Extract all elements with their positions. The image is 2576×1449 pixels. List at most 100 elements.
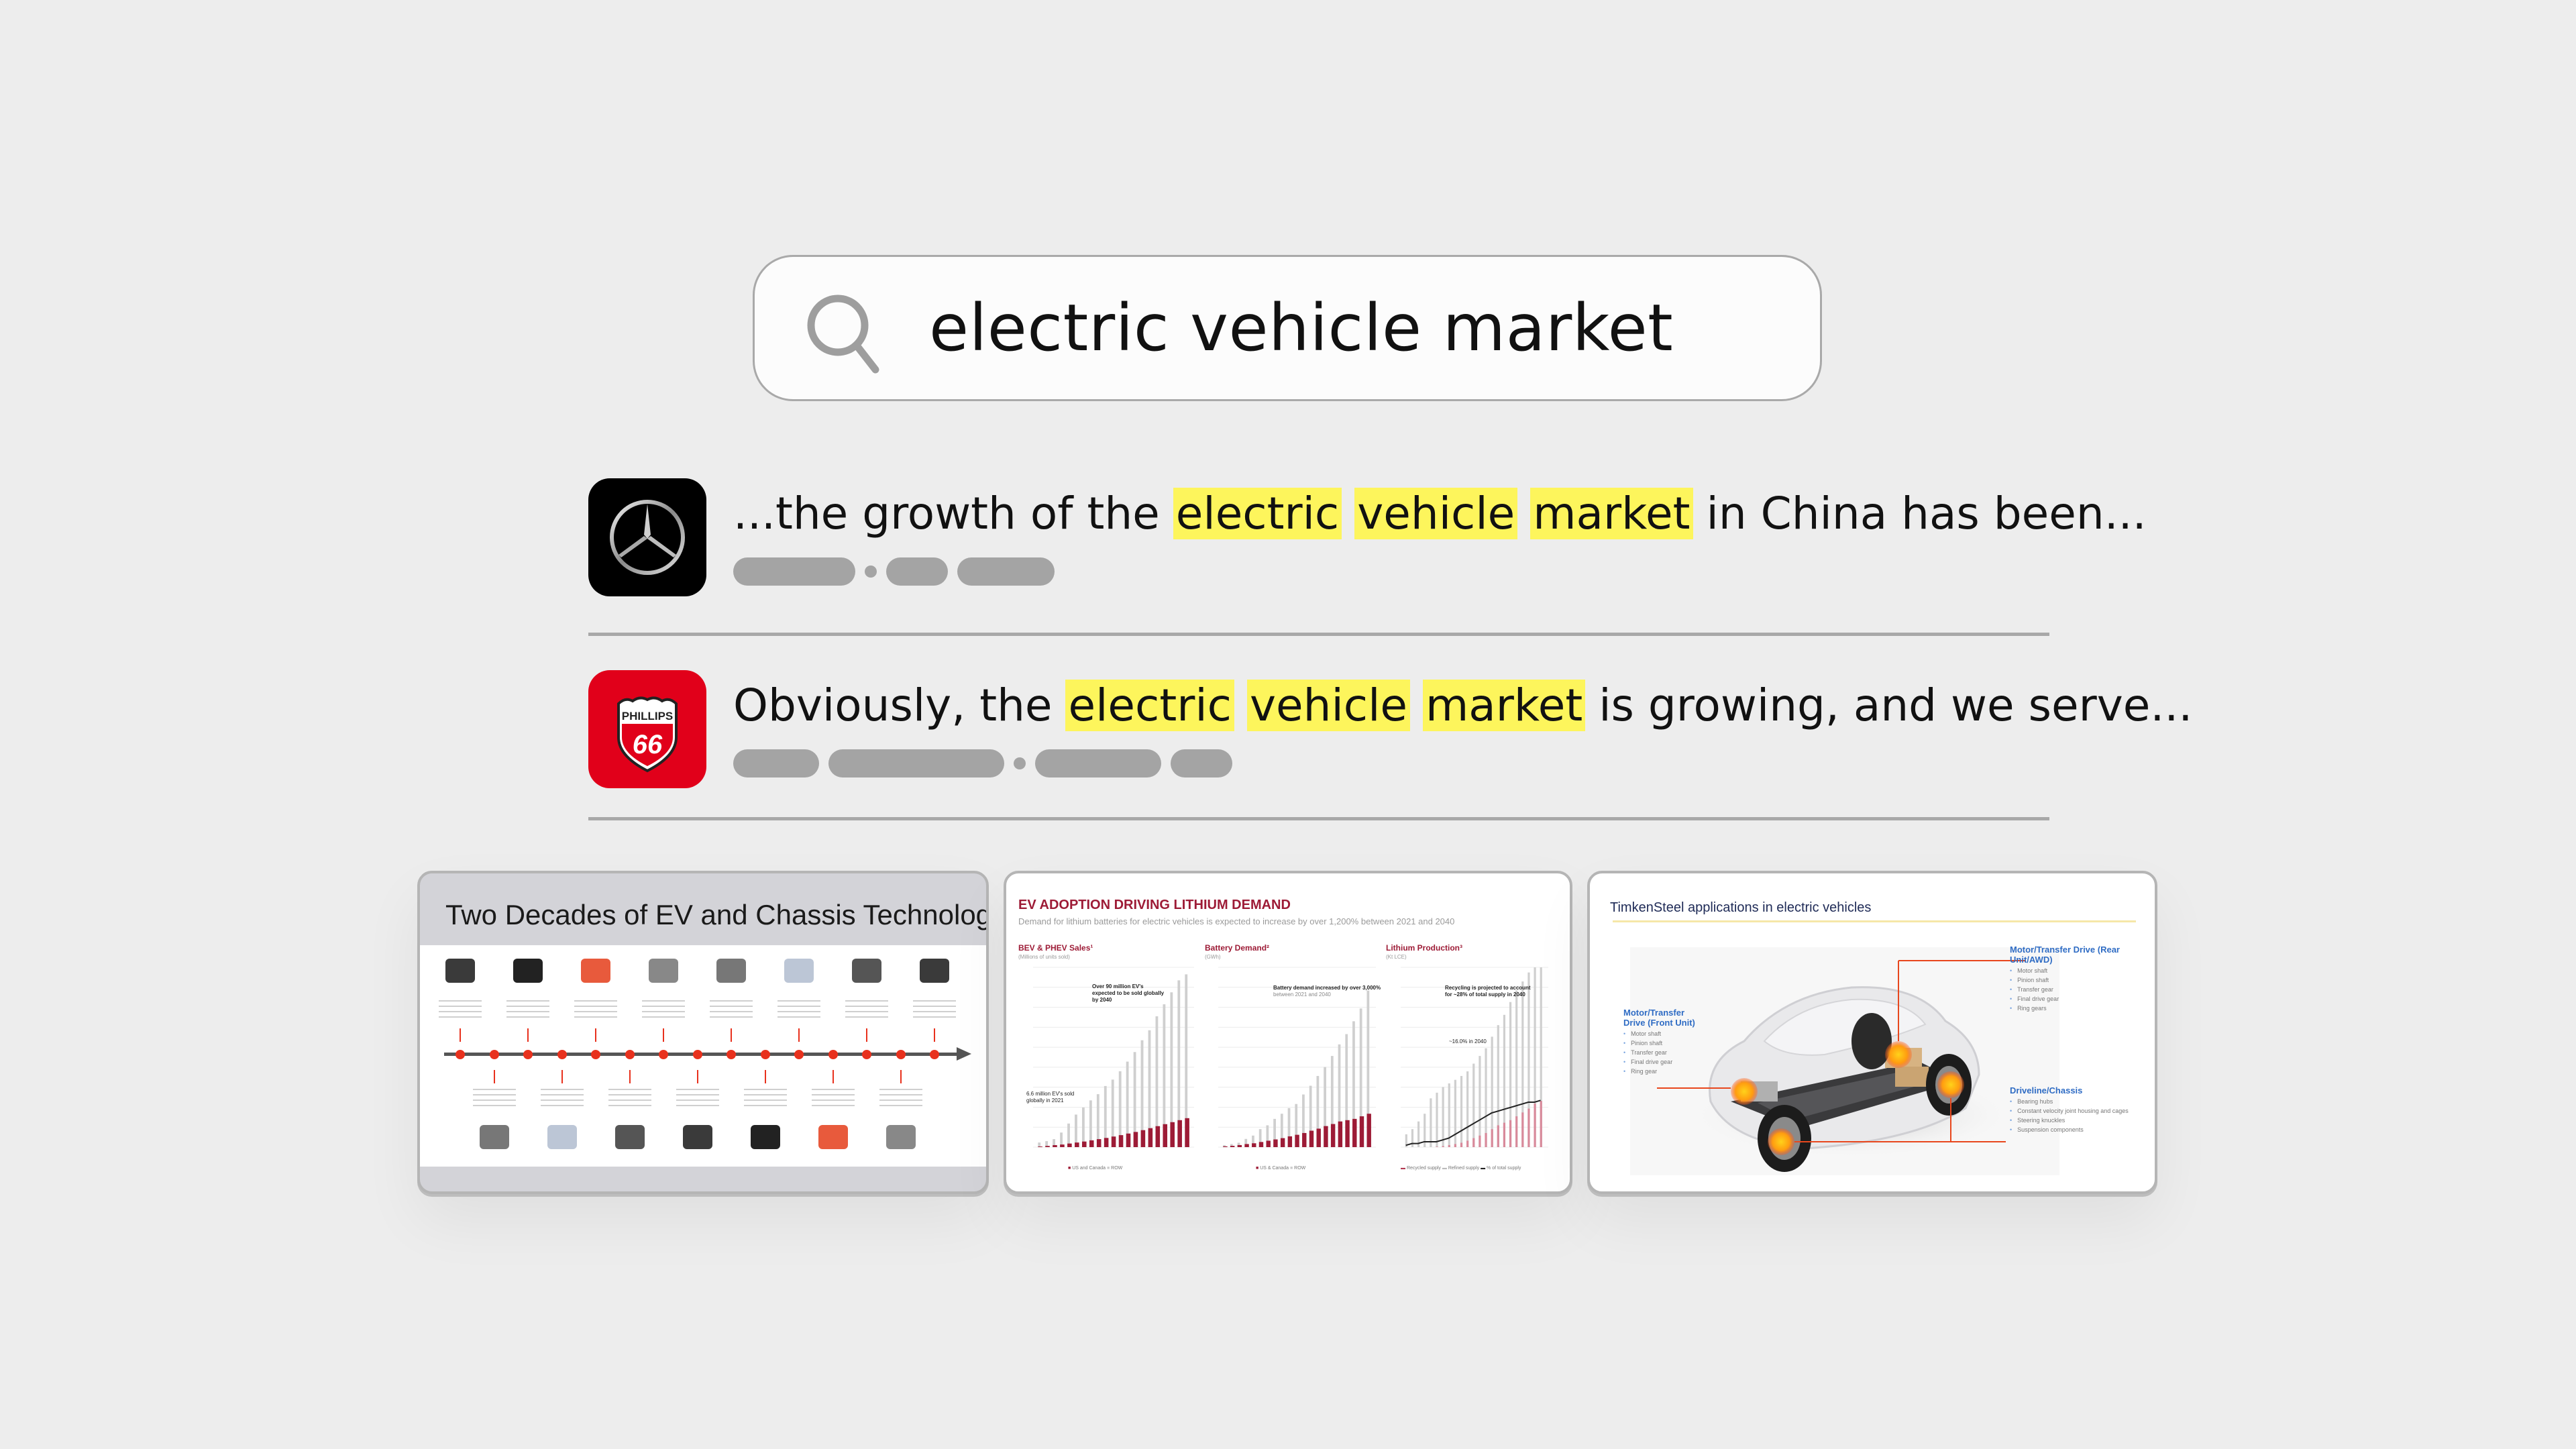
timeline-image — [649, 959, 678, 983]
bar-row — [1089, 1100, 1092, 1147]
svg-text:PHILLIPS: PHILLIPS — [622, 710, 674, 722]
timeline-tick — [663, 1028, 664, 1042]
bar-recycled-supply — [1485, 1132, 1487, 1147]
chart-annotation: Battery demand increased by over 3,000% — [1273, 985, 1381, 991]
bar-us-and-canada — [1177, 1120, 1182, 1147]
callout-item: Final drive gear — [2010, 994, 2124, 1004]
snippet-text: in China has been... — [1692, 488, 2147, 539]
timeline-node — [557, 1050, 567, 1059]
timeline-tick — [832, 1070, 834, 1083]
bar-us-and-canada — [1155, 1126, 1161, 1147]
timeline-node — [692, 1050, 702, 1059]
search-result[interactable]: ...the growth of the electric vehicle ma… — [588, 478, 2147, 599]
bar-recycled-supply — [1521, 1112, 1524, 1147]
bar-us-and-canada — [1170, 1122, 1175, 1147]
bar-us-and-canada — [1060, 1144, 1065, 1147]
legend-label: % of total supply — [1487, 1166, 1521, 1171]
search-box[interactable] — [753, 255, 1822, 401]
timeline-caption — [540, 1087, 584, 1108]
bar-us-canada — [1366, 1114, 1371, 1147]
meta-pill — [1035, 749, 1161, 777]
callout-front-unit: Motor/Transfer Drive (Front Unit) Motor … — [1623, 1008, 1704, 1076]
meta-pill — [733, 557, 855, 586]
meta-pill — [1171, 749, 1232, 777]
timeline-arrow-icon — [957, 1047, 971, 1061]
callout-item: Bearing hubs — [2010, 1097, 2131, 1106]
bar-us-canada — [1352, 1118, 1357, 1147]
slide-thumbnail-timeline[interactable]: Two Decades of EV and Chassis Technology — [417, 871, 989, 1194]
timeline-node — [659, 1050, 668, 1059]
timeline-tick — [934, 1028, 935, 1042]
bar-us-and-canada — [1075, 1142, 1079, 1147]
slide-thumbnail-lithium-demand[interactable]: EV ADOPTION DRIVING LITHIUM DEMAND Deman… — [1004, 871, 1572, 1194]
bar-refined-supply — [1411, 1129, 1414, 1147]
phillips-66-logo: PHILLIPS 66 — [588, 670, 706, 788]
bar-row — [1038, 1142, 1041, 1147]
timeline-image — [716, 959, 746, 983]
timeline-tick — [527, 1028, 529, 1042]
bar-us-canada — [1316, 1128, 1321, 1147]
meta-pill — [733, 749, 819, 777]
callout-list: Motor shaft Pinion shaft Transfer gear F… — [1623, 1029, 1704, 1076]
callout-item: Pinion shaft — [1623, 1038, 1704, 1048]
chart-annotation: Recycling is projected to account for ~2… — [1445, 985, 1531, 998]
bar-us-and-canada — [1140, 1130, 1146, 1147]
timeline-image — [682, 1125, 712, 1149]
callout-item: Transfer gear — [1623, 1048, 1704, 1057]
bar-us-canada — [1237, 1144, 1242, 1147]
search-input[interactable] — [929, 257, 1768, 399]
bar-us-canada — [1273, 1139, 1278, 1147]
bar-recycled-supply — [1466, 1140, 1469, 1147]
bar-us-canada — [1295, 1134, 1299, 1147]
timeline-tick — [696, 1070, 698, 1083]
slide-thumbnail-ev-applications[interactable]: TimkenSteel applications in electric veh… — [1587, 871, 2157, 1194]
timeline-caption — [845, 999, 888, 1019]
chart-legend: ▬ Recycled supply ▬ Refined supply ▬ % o… — [1401, 1166, 1521, 1171]
timeline-axis — [444, 1053, 961, 1056]
bar-us-canada — [1280, 1138, 1285, 1147]
bar-recycled-supply — [1527, 1108, 1530, 1147]
timeline-tick — [493, 1070, 495, 1083]
meta-separator-dot — [865, 566, 877, 578]
timeline-image — [513, 959, 543, 983]
bar-us-and-canada — [1089, 1140, 1094, 1147]
bar-refined-supply — [1479, 1056, 1481, 1147]
slide-title: TimkenSteel applications in electric veh… — [1610, 900, 1872, 915]
timeline-caption — [574, 999, 617, 1019]
legend-label: ROW — [1111, 1166, 1123, 1171]
bar-recycled-supply — [1436, 1146, 1438, 1147]
timeline-tick — [561, 1070, 563, 1083]
highlight-term: vehicle — [1354, 488, 1518, 539]
timeline-node — [828, 1050, 838, 1059]
bar-us-and-canada — [1053, 1145, 1057, 1147]
timeline-image — [547, 1125, 577, 1149]
bar-recycled-supply — [1534, 1103, 1536, 1147]
bar-us-and-canada — [1104, 1138, 1109, 1147]
bar-recycled-supply — [1442, 1146, 1444, 1147]
chart-annotation: between 2021 and 2040 — [1273, 991, 1331, 998]
hotspot-wheel — [1768, 1128, 1794, 1155]
highlight-term: market — [1423, 680, 1586, 731]
phillips-66-shield-icon: PHILLIPS 66 — [617, 696, 678, 773]
timeline-image — [479, 1125, 509, 1149]
timeline-node — [727, 1050, 736, 1059]
callout-item: Motor shaft — [2010, 966, 2124, 975]
timeline-node — [625, 1050, 635, 1059]
highlight-term: electric — [1065, 680, 1234, 731]
result-meta-placeholder — [733, 557, 1055, 586]
bar-recycled-supply — [1472, 1138, 1475, 1147]
timeline-caption — [710, 999, 753, 1019]
timeline-tick — [866, 1028, 867, 1042]
bar-refined-supply — [1472, 1063, 1475, 1147]
bar-refined-supply — [1436, 1092, 1438, 1147]
bar-recycled-supply — [1491, 1129, 1493, 1147]
title-rule — [1613, 920, 2136, 922]
bar-us-canada — [1359, 1116, 1364, 1147]
bar-us-canada — [1345, 1120, 1350, 1147]
search-result[interactable]: PHILLIPS 66 Obviously, the electric vehi… — [588, 670, 2192, 791]
bar-us-and-canada — [1038, 1146, 1042, 1147]
callout-item: Ring gears — [2010, 1004, 2124, 1013]
callout-item: Transfer gear — [2010, 985, 2124, 994]
bar-us-and-canada — [1163, 1124, 1168, 1147]
meta-separator-dot — [1014, 757, 1026, 769]
